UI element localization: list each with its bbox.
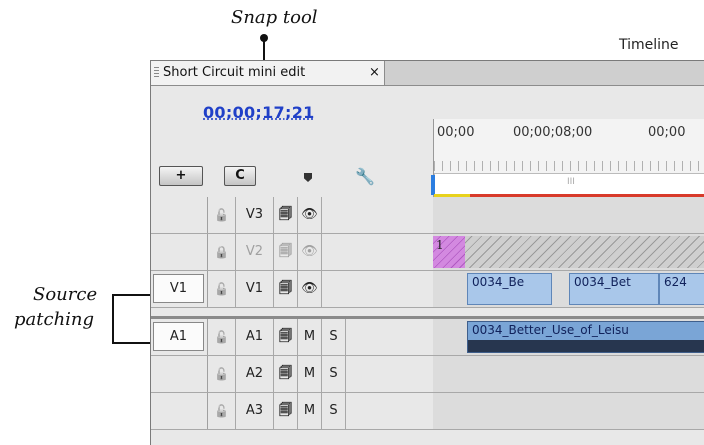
source-patch-cell[interactable]: V1	[151, 271, 208, 307]
a3-track-lane[interactable]	[433, 393, 704, 430]
source-patch-cell[interactable]	[151, 356, 208, 392]
playhead-handle[interactable]	[431, 175, 435, 195]
track-header-v1: V1 🔓 V1 🗐 👁	[151, 271, 433, 308]
sync-lock-icon[interactable]: 🗐	[274, 319, 298, 355]
snap-tool-callout: Snap tool	[231, 7, 318, 28]
solo-button[interactable]: S	[322, 393, 346, 429]
scroll-grip-icon[interactable]: III	[567, 177, 575, 187]
source-patch-cell[interactable]	[151, 197, 208, 233]
source-patching-callout-line1: Source	[33, 284, 98, 305]
sync-lock-icon[interactable]: 🗐	[274, 271, 298, 307]
close-icon[interactable]: ×	[369, 61, 380, 85]
v1-track-lane[interactable]: 0034_Be 0034_Bet 624	[433, 271, 704, 308]
ruler-label: 00;00	[437, 125, 475, 140]
timeline-panel-label: Timeline	[619, 37, 679, 53]
lock-icon[interactable]: 🔓	[208, 319, 236, 355]
mute-button[interactable]: M	[298, 319, 322, 355]
track-name[interactable]: A3	[236, 393, 274, 429]
add-marker-icon[interactable]	[304, 173, 312, 182]
insert-overwrite-button[interactable]: +	[159, 166, 203, 186]
source-patching-bracket-bottom	[112, 342, 152, 344]
video-clip-label: 0034_Be	[472, 275, 525, 289]
eye-icon[interactable]: 👁	[298, 197, 322, 233]
track-name[interactable]: V2	[236, 234, 274, 270]
mute-button[interactable]: M	[298, 356, 322, 392]
playhead-timecode[interactable]: 00;00;17;21	[203, 103, 315, 122]
source-patch-cell[interactable]	[151, 393, 208, 429]
v3-track-lane[interactable]	[433, 197, 704, 234]
a1-track-lane[interactable]: 0034_Better_Use_of_Leisu	[433, 319, 704, 356]
source-patching-bracket-top	[112, 294, 152, 296]
sync-lock-icon[interactable]: 🗐	[274, 393, 298, 429]
lock-icon[interactable]: 🔒	[208, 234, 236, 270]
ruler-ticks	[434, 161, 704, 171]
panel-tab-strip: Short Circuit mini edit ×	[151, 61, 704, 86]
lock-icon[interactable]: 🔓	[208, 197, 236, 233]
sequence-tab[interactable]: Short Circuit mini edit ×	[151, 61, 385, 85]
sync-lock-icon[interactable]: 🗐	[274, 234, 298, 270]
wrench-icon[interactable]: 🔧	[355, 167, 375, 186]
source-patch-cell[interactable]	[151, 234, 208, 270]
eye-icon[interactable]: 👁	[298, 271, 322, 307]
source-patch-cell[interactable]: A1	[151, 319, 208, 355]
audio-clip[interactable]: 0034_Better_Use_of_Leisu	[467, 321, 704, 353]
ruler-label: 00;00;08;00	[513, 125, 593, 140]
tab-grip-icon[interactable]	[154, 67, 159, 79]
solo-button[interactable]: S	[322, 356, 346, 392]
eye-icon[interactable]: 👁	[298, 234, 322, 270]
zoom-scroll-bar[interactable]: III	[434, 173, 704, 195]
time-ruler[interactable]: 00;00 00;00;08;00 00;00 III	[431, 119, 704, 198]
track-header-a2: 🔓 A2 🗐 M S	[151, 356, 433, 393]
snap-button[interactable]: C	[224, 166, 256, 186]
graphic-clip[interactable]: 1	[433, 236, 704, 268]
sync-lock-icon[interactable]: 🗐	[274, 197, 298, 233]
v2-track-lane[interactable]: 1	[433, 234, 704, 271]
video-clip-label: 624	[664, 275, 687, 289]
audio-clip-label: 0034_Better_Use_of_Leisu	[472, 323, 629, 337]
lock-icon[interactable]: 🔓	[208, 393, 236, 429]
track-name[interactable]: A1	[236, 319, 274, 355]
track-header-a3: 🔓 A3 🗐 M S	[151, 393, 433, 430]
sync-lock-icon[interactable]: 🗐	[274, 356, 298, 392]
ruler-label: 00;00	[648, 125, 686, 140]
video-clip[interactable]: 624	[659, 273, 704, 305]
source-patch-button[interactable]: A1	[153, 322, 204, 351]
track-name[interactable]: V1	[236, 271, 274, 307]
insert-icon: +	[175, 168, 187, 183]
magnet-icon: C	[235, 168, 245, 183]
sequence-tab-label: Short Circuit mini edit	[163, 65, 306, 80]
graphic-clip-head[interactable]: 1	[433, 236, 465, 268]
track-name[interactable]: V3	[236, 197, 274, 233]
source-patch-button[interactable]: V1	[153, 274, 204, 303]
track-header-a1: A1 🔓 A1 🗐 M S	[151, 319, 433, 356]
track-header-v3: 🔓 V3 🗐 👁	[151, 197, 433, 234]
video-clip[interactable]: 0034_Bet	[569, 273, 659, 305]
video-clip[interactable]: 0034_Be	[467, 273, 552, 305]
track-header-v2: 🔒 V2 🗐 👁	[151, 234, 433, 271]
source-patching-callout-line2: patching	[14, 309, 95, 330]
lock-icon[interactable]: 🔓	[208, 356, 236, 392]
mute-button[interactable]: M	[298, 393, 322, 429]
video-clip-label: 0034_Bet	[574, 275, 631, 289]
source-patching-bracket-vertical	[112, 294, 114, 344]
timeline-panel: Short Circuit mini edit × 00;00;17;21 00…	[150, 60, 704, 445]
track-name[interactable]: A2	[236, 356, 274, 392]
snap-tool-leader-dot	[260, 34, 268, 42]
graphic-clip-label: 1	[436, 238, 444, 252]
lock-icon[interactable]: 🔓	[208, 271, 236, 307]
a2-track-lane[interactable]	[433, 356, 704, 393]
solo-button[interactable]: S	[322, 319, 346, 355]
